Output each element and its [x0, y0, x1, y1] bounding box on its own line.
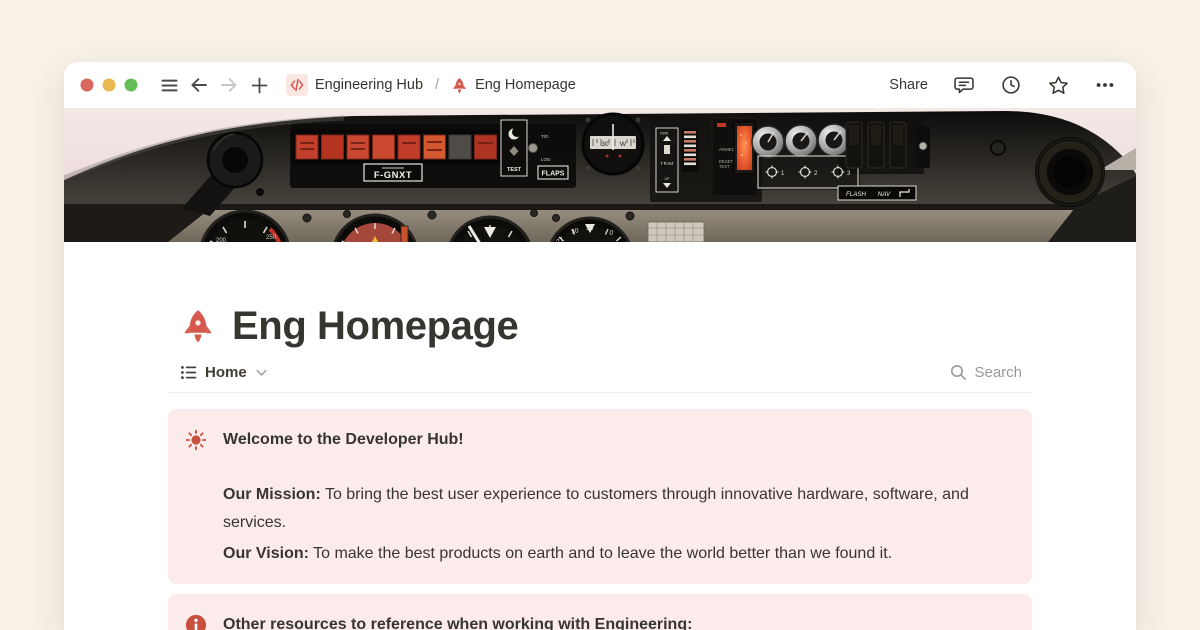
- warning-lights: [292, 130, 500, 164]
- nav-label: NAV: [878, 191, 891, 198]
- minimize-window-icon[interactable]: [103, 79, 116, 92]
- toolbar: Engineering Hub / Eng Homepage Share: [64, 62, 1136, 108]
- search-label: Search: [974, 364, 1022, 381]
- trim-dwn-label: DWN: [660, 132, 669, 136]
- breadcrumb-separator: /: [435, 77, 439, 93]
- flash-nav-placard: FLASH NAV: [838, 186, 916, 200]
- breadcrumb-workspace-link[interactable]: Engineering Hub: [282, 72, 427, 98]
- to-label: T/O: [541, 134, 549, 139]
- share-button[interactable]: Share: [887, 75, 930, 95]
- flaps-label: FLAPS: [542, 171, 565, 178]
- breadcrumb: Engineering Hub / Eng Homepage: [282, 72, 580, 98]
- registration-placard: F-GNXT: [364, 164, 422, 181]
- gauge4-label-33: 33: [586, 225, 594, 232]
- reset-test-label: TEST: [719, 164, 730, 169]
- page-title-row: Eng Homepage: [168, 304, 1032, 348]
- code-icon: [289, 77, 305, 93]
- trim-label: TRIM: [660, 161, 673, 166]
- hamburger-icon: [160, 76, 179, 95]
- cockpit-illustration: 250 200 9: [64, 108, 1136, 242]
- breadcrumb-page-link[interactable]: Eng Homepage: [447, 75, 580, 96]
- air-vent: [1035, 137, 1105, 207]
- close-window-icon[interactable]: [81, 79, 94, 92]
- tab-home[interactable]: Home: [180, 364, 267, 381]
- sun-icon: [185, 429, 207, 451]
- callout-resources-body: Other resources to reference when workin…: [223, 611, 692, 630]
- back-button[interactable]: [184, 70, 214, 100]
- rocket-icon[interactable]: [180, 308, 216, 344]
- search-icon: [950, 364, 967, 381]
- panel-button: [991, 141, 1005, 155]
- gauge1-label-250: 250: [266, 235, 277, 241]
- sidebar-menu-button[interactable]: [154, 70, 184, 100]
- armed-label: ARMED: [719, 147, 735, 152]
- vision-text: To make the best products on earth and t…: [309, 545, 892, 562]
- test-panel: TEST: [501, 120, 527, 176]
- workspace-icon-badge: [286, 74, 308, 96]
- toolbar-actions: Share: [887, 72, 1118, 98]
- more-options-button[interactable]: [1092, 72, 1118, 98]
- favorite-button[interactable]: [1045, 72, 1071, 98]
- vision-label: Our Vision:: [223, 545, 309, 562]
- app-window: Engineering Hub / Eng Homepage Share: [64, 62, 1136, 630]
- rocket-icon: [451, 77, 468, 94]
- page-title[interactable]: Eng Homepage: [232, 304, 518, 348]
- clock-icon: [1000, 74, 1022, 96]
- search-button[interactable]: Search: [950, 364, 1022, 381]
- zoom-window-icon[interactable]: [125, 79, 138, 92]
- info-icon: [185, 614, 207, 630]
- mission-label: Our Mission:: [223, 486, 321, 503]
- registration-label: F-GNXT: [374, 170, 412, 181]
- comments-button[interactable]: [951, 72, 977, 98]
- cover-image[interactable]: 250 200 9: [64, 108, 1136, 242]
- mission-paragraph: Our Mission: To bring the best user expe…: [223, 481, 1014, 538]
- striped-indicator: [682, 128, 698, 172]
- plus-icon: [250, 76, 269, 95]
- vision-paragraph: Our Vision: To make the best products on…: [223, 540, 1014, 569]
- breadcrumb-workspace-label: Engineering Hub: [315, 77, 423, 93]
- tab-home-label: Home: [205, 364, 247, 381]
- compass-w-label: W: [620, 141, 627, 148]
- welcome-title: Welcome to the Developer Hub!: [223, 426, 1014, 455]
- mission-text: To bring the best user experience to cus…: [223, 486, 969, 532]
- trim-indicator: DWN TRIM UP: [656, 128, 678, 192]
- page-content: Eng Homepage Home: [64, 304, 1136, 630]
- back-arrow-icon: [189, 75, 209, 95]
- flash-label: FLASH: [846, 191, 866, 198]
- star-icon: [1047, 74, 1070, 97]
- callout-resources[interactable]: Other resources to reference when workin…: [168, 594, 1032, 630]
- test-label: TEST: [507, 167, 522, 173]
- callout-welcome[interactable]: Welcome to the Developer Hub! Our Missio…: [168, 409, 1032, 584]
- compass-30-label: 30: [601, 141, 609, 148]
- resources-title: Other resources to reference when workin…: [223, 611, 692, 630]
- trim-up-label: UP: [665, 177, 671, 181]
- comment-icon: [953, 74, 975, 96]
- traffic-lights[interactable]: [80, 78, 138, 92]
- log-label: LOG: [541, 157, 551, 162]
- armed-switch: ARMED RESET TEST: [712, 118, 758, 196]
- compass: 30 W: [583, 114, 643, 174]
- callout-welcome-body: Welcome to the Developer Hub! Our Missio…: [223, 426, 1014, 568]
- forward-button[interactable]: [214, 70, 244, 100]
- ellipsis-icon: [1094, 74, 1116, 96]
- view-bar: Home Search: [168, 364, 1032, 393]
- updates-button[interactable]: [998, 72, 1024, 98]
- chevron-down-icon: [256, 369, 267, 377]
- list-view-icon: [180, 364, 197, 381]
- new-page-button[interactable]: [244, 70, 274, 100]
- breadcrumb-page-label: Eng Homepage: [475, 77, 576, 93]
- gauge1-label-200: 200: [216, 238, 227, 242]
- forward-arrow-icon: [219, 75, 239, 95]
